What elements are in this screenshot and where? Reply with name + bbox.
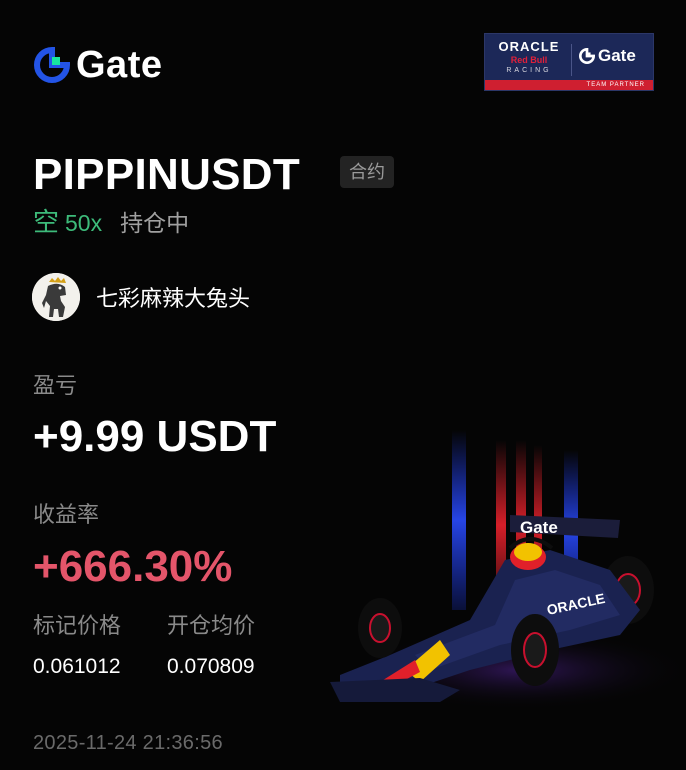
pnl-label: 盈亏 bbox=[33, 373, 78, 398]
gate-logo: Gate bbox=[34, 46, 162, 84]
race-car-icon: Gate ORACLE bbox=[330, 430, 686, 710]
position-status: 持仓中 bbox=[120, 210, 190, 236]
username: 七彩麻辣大兔头 bbox=[96, 286, 251, 311]
position-info: 空 50x 持仓中 bbox=[33, 207, 189, 238]
racing-text: RACING bbox=[506, 67, 552, 74]
trading-pair: PIPPINUSDT bbox=[33, 150, 301, 199]
pnl-value: +9.99 USDT bbox=[33, 412, 277, 461]
gate-logo-text: Gate bbox=[76, 44, 163, 86]
oracle-text: ORACLE bbox=[498, 39, 560, 54]
leverage: 50x bbox=[65, 210, 103, 236]
f1-car-illustration: Gate ORACLE bbox=[320, 420, 686, 720]
avatar bbox=[32, 273, 80, 321]
user-info: 七彩麻辣大兔头 bbox=[32, 273, 250, 321]
position-side: 空 bbox=[33, 207, 60, 237]
mark-price-value: 0.061012 bbox=[33, 655, 121, 678]
gate-logo-icon bbox=[34, 47, 70, 83]
roi-value: +666.30% bbox=[33, 542, 233, 591]
roi-label: 收益率 bbox=[33, 502, 100, 527]
svg-text:Gate: Gate bbox=[520, 518, 558, 537]
mark-price-label: 标记价格 bbox=[33, 613, 122, 638]
badge-gate-logo: Gate bbox=[579, 46, 636, 66]
team-partner-badge: ORACLE Red Bull RACING Gate TEAM PARTNER bbox=[484, 33, 654, 91]
timestamp: 2025-11-24 21:36:56 bbox=[33, 732, 223, 754]
market-type-badge: 合约 bbox=[340, 156, 394, 188]
badge-gate-text: Gate bbox=[598, 46, 636, 65]
team-partner-strip: TEAM PARTNER bbox=[485, 80, 653, 90]
redbull-text: Red Bull bbox=[510, 55, 548, 65]
badge-divider bbox=[571, 44, 572, 76]
entry-price-label: 开仓均价 bbox=[167, 613, 256, 638]
badge-gate-icon bbox=[579, 48, 595, 64]
entry-price-value: 0.070809 bbox=[167, 655, 255, 678]
dino-avatar-icon bbox=[32, 273, 80, 321]
